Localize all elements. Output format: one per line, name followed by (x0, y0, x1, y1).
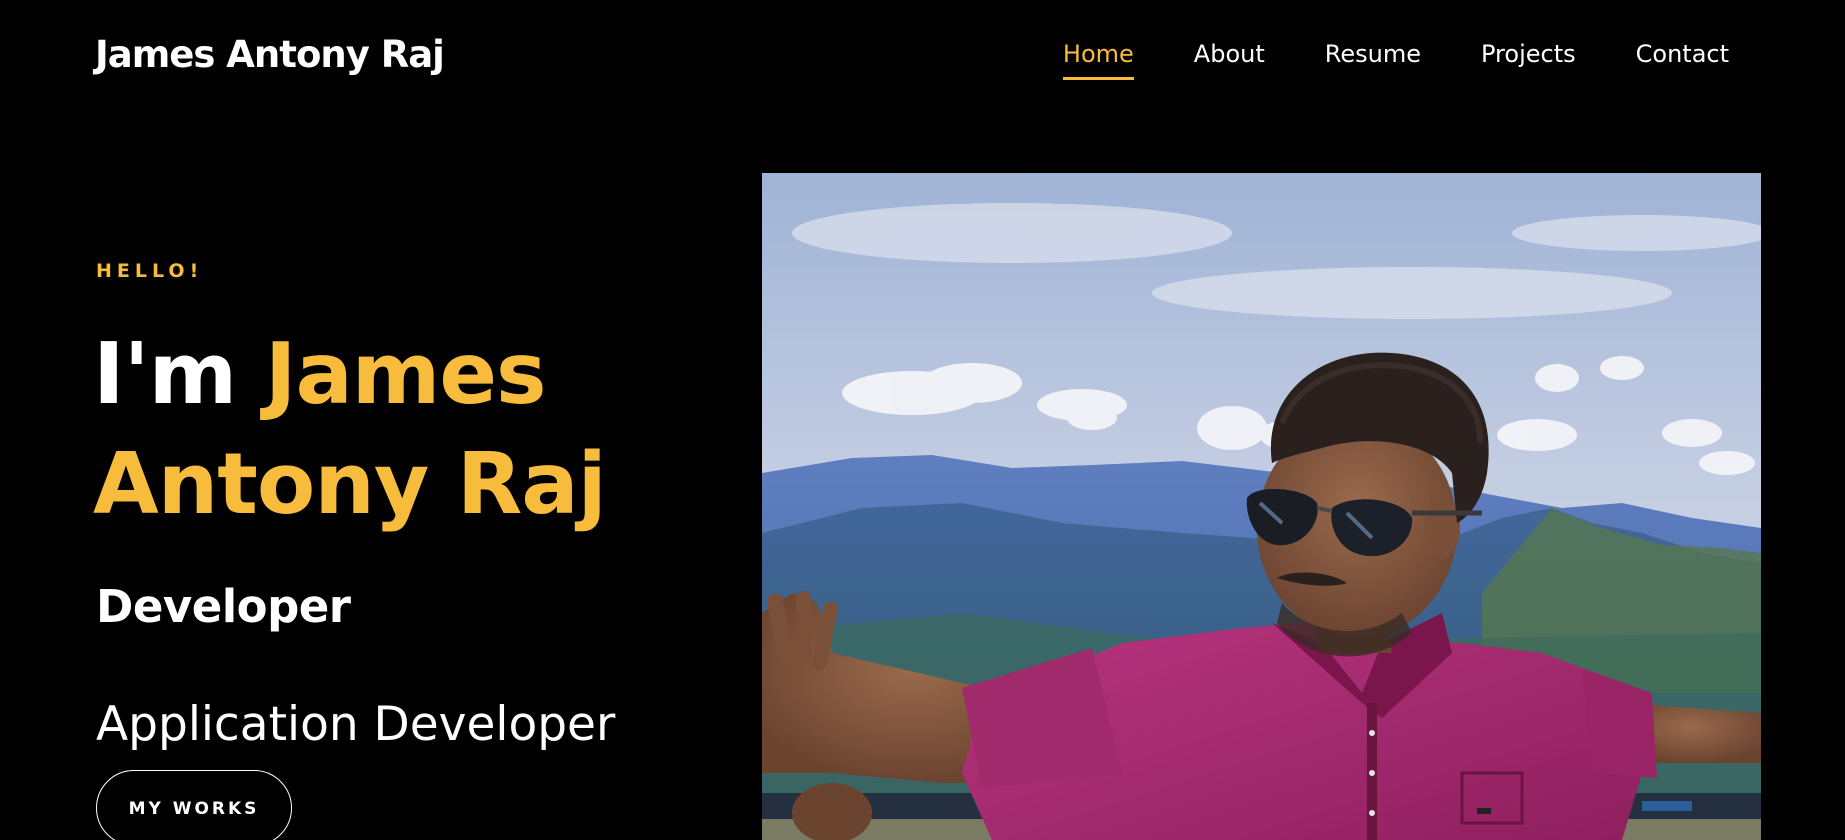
portfolio-page: James Antony Raj Home About Resume Proje… (0, 0, 1845, 840)
nav-about[interactable]: About (1194, 40, 1265, 68)
site-brand[interactable]: James Antony Raj (95, 33, 445, 76)
nav-resume[interactable]: Resume (1325, 40, 1421, 68)
nav-projects[interactable]: Projects (1481, 40, 1576, 68)
main-nav: Home About Resume Projects Contact (1062, 40, 1729, 80)
hero-intro: I'm (93, 325, 237, 424)
hero-name-line2: Antony Raj (93, 435, 607, 534)
nav-home[interactable]: Home (1062, 40, 1134, 80)
hero-subrole: Application Developer (96, 697, 616, 752)
profile-photo (762, 173, 1761, 840)
hero-name-line1: James (264, 325, 547, 424)
hero-greeting: HELLO! (96, 260, 204, 282)
nav-contact[interactable]: Contact (1636, 40, 1729, 68)
hero-headline: I'm James Antony Raj (93, 320, 607, 540)
my-works-button[interactable]: MY WORKS (96, 770, 292, 840)
hero-role: Developer (96, 580, 351, 633)
